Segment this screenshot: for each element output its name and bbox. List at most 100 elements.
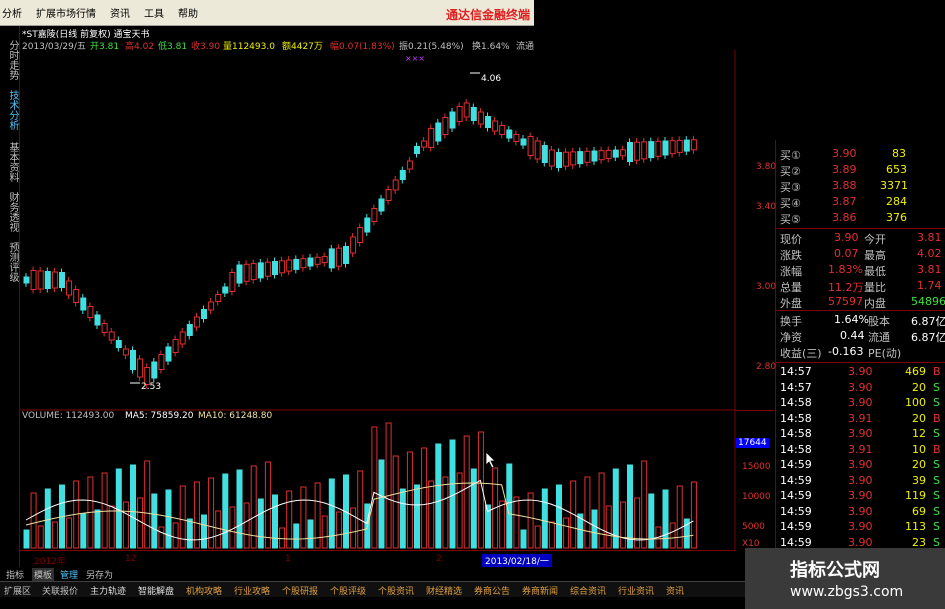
candle — [236, 264, 243, 284]
side-tab-profile[interactable]: 基本资料 — [2, 136, 18, 188]
volume-bar — [513, 496, 520, 549]
volume-bar — [165, 489, 172, 549]
volume-bar — [605, 505, 612, 549]
candle — [563, 151, 570, 167]
candle — [51, 271, 58, 289]
volume-bar — [669, 522, 676, 549]
candle — [456, 106, 463, 122]
x-label: 2012年 — [34, 557, 66, 567]
volume-bar — [236, 469, 243, 549]
volume-bar — [172, 522, 179, 549]
bottom-bar-item[interactable]: 个股资讯 — [378, 584, 414, 597]
candle — [215, 294, 222, 302]
volume-bar — [144, 460, 151, 549]
stat-row: 收益(三) -0.163 PE(动) — [776, 344, 945, 360]
stat-value: 3.90 — [834, 231, 859, 244]
side-tab-rating[interactable]: 预测评级 — [2, 236, 18, 288]
bottom-bar-item[interactable]: 资讯 — [666, 584, 684, 597]
candle — [385, 189, 392, 201]
candle — [527, 136, 534, 156]
bid-row: 买⑤ 3.86 376 — [776, 210, 945, 226]
bottom-bar-item[interactable]: 行业攻略 — [234, 584, 270, 597]
kline-chart[interactable]: 4.06 2.53 ××× — [20, 50, 736, 550]
stat-value: 6.87亿 — [911, 315, 945, 328]
bottom-bar-item[interactable]: 个股评级 — [330, 584, 366, 597]
candle — [392, 179, 399, 191]
bid-volume: 653 — [886, 163, 907, 176]
bottom-bar-item[interactable]: 券商公告 — [474, 584, 510, 597]
candle — [371, 208, 378, 222]
x-label: 1 — [285, 554, 291, 564]
stat-value: 11.2万 — [828, 281, 864, 294]
menu-bar: 分析 扩展市场行情 资讯 工具 帮助 通达信金融终端 — [0, 0, 534, 26]
tab-indicator[interactable]: 指标 — [6, 568, 24, 581]
watermark: 指标公式网 www.zbgs3.com — [745, 548, 945, 609]
volume-bar — [335, 511, 342, 549]
tab-template[interactable]: 模板 — [32, 568, 55, 581]
volume-bar — [321, 515, 328, 549]
bid-price: 3.86 — [832, 211, 857, 224]
tick-row: 14:58 3.91 20 B — [776, 411, 945, 427]
stat-label: 收益(三) — [780, 347, 822, 360]
menu-item-news[interactable]: 资讯 — [110, 5, 130, 20]
volume-bar — [442, 476, 449, 549]
bottom-bar-item[interactable]: 行业资讯 — [618, 584, 654, 597]
stat-value: 3.81 — [917, 263, 942, 276]
stat-label: 外盘 — [780, 297, 802, 310]
bottom-bar-item[interactable]: 智能解盘 — [138, 584, 174, 597]
bottom-bar-item[interactable]: 个股研报 — [282, 584, 318, 597]
candle — [485, 116, 491, 128]
candle — [612, 149, 619, 158]
volume-bar — [627, 464, 633, 549]
candle — [335, 247, 342, 267]
tick-time: 14:58 — [780, 396, 812, 409]
menu-item-analysis[interactable]: 分析 — [2, 5, 22, 20]
tick-side: B — [933, 442, 941, 456]
bottom-bar-item[interactable]: 综合资讯 — [570, 584, 606, 597]
bottom-bar-item[interactable]: 扩展区 — [4, 584, 31, 597]
volume-bar — [591, 509, 598, 549]
tick-price: 3.90 — [848, 458, 873, 471]
candle — [264, 261, 271, 277]
volume-bar — [229, 506, 236, 549]
volume-bar — [37, 525, 44, 549]
stat-label: 内盘 — [864, 297, 886, 310]
tick-price: 3.90 — [848, 396, 873, 409]
volume-bar — [520, 529, 527, 549]
candle — [158, 354, 165, 370]
candle — [669, 140, 676, 155]
tick-price: 3.90 — [848, 489, 873, 502]
volume-bar — [80, 513, 87, 549]
side-tab-finance[interactable]: 财务透视 — [2, 186, 18, 238]
bottom-bar-item[interactable]: 关联报价 — [42, 584, 78, 597]
stat-label: 现价 — [780, 233, 802, 246]
candle — [272, 261, 278, 275]
tick-price: 3.90 — [848, 427, 873, 440]
bottom-bar-item[interactable]: 财经精选 — [426, 584, 462, 597]
candle — [115, 340, 122, 348]
volume-bar — [690, 481, 697, 549]
menu-item-help[interactable]: 帮助 — [178, 5, 198, 20]
stat-value: 54896 — [911, 295, 945, 308]
candle — [470, 107, 477, 121]
tab-save-as[interactable]: 另存为 — [86, 568, 113, 581]
stat-value: 57597 — [828, 295, 863, 308]
candle — [151, 361, 158, 379]
bid-price: 3.89 — [832, 163, 857, 176]
candle — [676, 139, 683, 153]
tick-row: 14:58 3.91 10 B — [776, 442, 945, 458]
bottom-bar-item[interactable]: 机构攻略 — [186, 584, 222, 597]
candle — [186, 324, 193, 336]
tab-manage[interactable]: 管理 — [60, 568, 78, 581]
bottom-bar-item[interactable]: 券商新闻 — [522, 584, 558, 597]
side-tab-technical[interactable]: 技术分析 — [2, 84, 18, 136]
menu-item-tools[interactable]: 工具 — [144, 5, 164, 20]
side-tab-intraday[interactable]: 分时走势 — [2, 34, 18, 86]
volume-bar — [385, 422, 392, 549]
tick-volume: 39 — [912, 473, 926, 487]
candle — [165, 346, 172, 362]
volume-bar — [634, 497, 641, 549]
menu-item-extended-market[interactable]: 扩展市场行情 — [36, 5, 96, 20]
bottom-bar-item[interactable]: 主力轨迹 — [90, 584, 126, 597]
volume-bar — [414, 484, 420, 549]
